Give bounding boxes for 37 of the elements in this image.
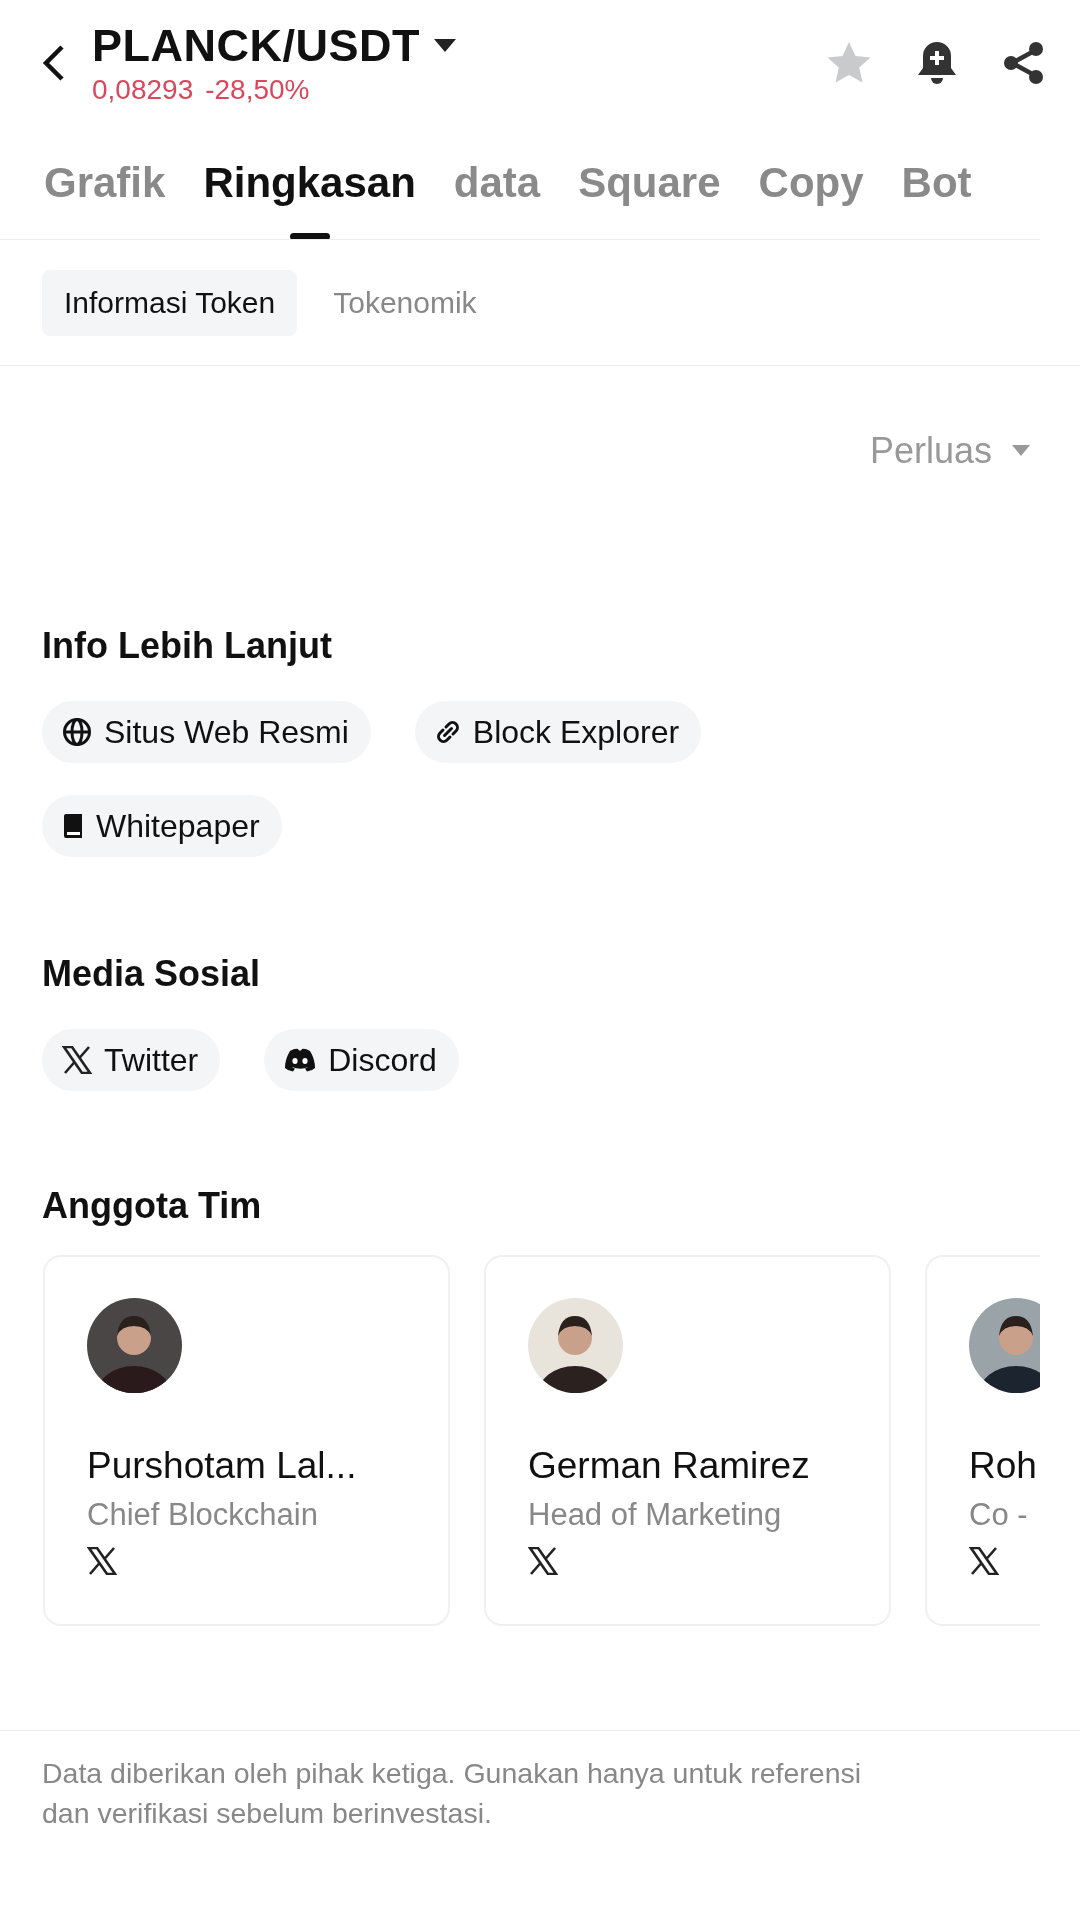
link-chip[interactable]: Block Explorer [414, 701, 702, 763]
member-role: Head of Marketing [528, 1497, 783, 1533]
share-icon[interactable] [1002, 40, 1046, 85]
sub-tab[interactable]: Tokenomik [311, 269, 499, 336]
x-logo-icon[interactable] [87, 1547, 117, 1575]
team-card[interactable]: German Ramirez Head of Marketing [484, 1255, 891, 1626]
caret-icon[interactable] [434, 38, 456, 53]
member-role: Co - [969, 1497, 1029, 1533]
link-chip[interactable]: Twitter [42, 1029, 221, 1091]
section-title: Media Sosial [42, 952, 262, 996]
link-chip[interactable]: Whitepaper [42, 795, 282, 857]
star-icon[interactable] [826, 40, 872, 85]
member-role: Chief Blockchain [87, 1497, 319, 1533]
pair-title: PLANCK/USDT [92, 19, 420, 72]
member-name: German Ramirez [528, 1445, 811, 1487]
x-logo-icon [62, 1046, 92, 1074]
x-logo-icon[interactable] [528, 1547, 558, 1575]
caret-icon [1012, 445, 1030, 457]
member-name: Purshotam Lal... [87, 1445, 358, 1487]
link-icon [434, 719, 461, 745]
price-text: 0,08293 [92, 73, 194, 106]
discord-icon [284, 1048, 317, 1072]
member-name: Roh [969, 1445, 1038, 1487]
x-logo-icon[interactable] [969, 1547, 999, 1575]
tab[interactable]: Ringkasan [203, 125, 416, 239]
disclaimer-text: Data diberikan oleh pihak ketiga. Gunakan hanya untuk referensi dan verifikasi sebelum berinvestasi. [42, 1756, 863, 1831]
bell-plus-icon[interactable] [916, 39, 958, 86]
link-chip[interactable]: Discord [264, 1029, 459, 1091]
team-card[interactable]: Purshotam Lal... Chief Blockchain [43, 1255, 450, 1626]
price-change: -28,50% [205, 73, 310, 106]
globe-icon [62, 717, 92, 747]
book-icon [62, 813, 84, 839]
link-chip[interactable]: Situs Web Resmi [42, 701, 371, 763]
section-title: Info Lebih Lanjut [42, 624, 333, 668]
section-title: Anggota Tim [42, 1184, 263, 1228]
sub-tab[interactable]: Informasi Token [42, 269, 298, 336]
team-card[interactable]: Roh Co - [925, 1255, 1040, 1626]
